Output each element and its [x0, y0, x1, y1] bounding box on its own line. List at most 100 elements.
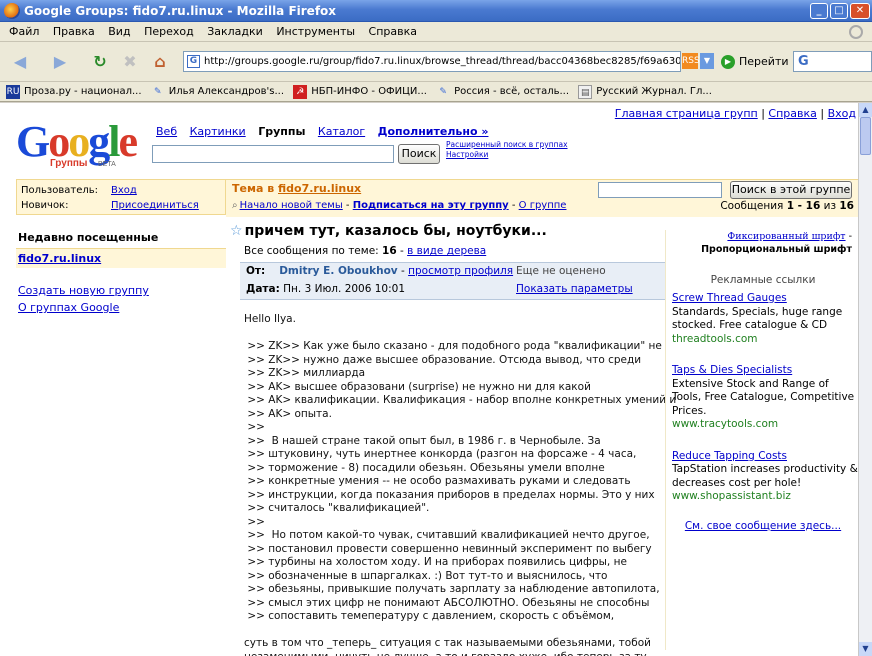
menu-file[interactable]: Файл [9, 25, 39, 38]
google-nav: Веб Картинки Группы Каталог Дополнительн… [156, 125, 497, 138]
home-icon[interactable]: ⌂ [148, 50, 172, 74]
message-header: От: Dmitry E. Oboukhov - просмотр профиля… [240, 262, 665, 300]
rss-feed-icon[interactable]: RSS [682, 53, 700, 69]
recent-group-link[interactable]: fido7.ru.linux [18, 252, 101, 265]
bookmark-favicon-icon: RU [6, 85, 20, 99]
subscribe-link[interactable]: Подписаться на эту группу [353, 200, 509, 211]
group-search-input[interactable] [598, 182, 722, 198]
recent-group-item: fido7.ru.linux [16, 248, 226, 268]
bookmark-ilya[interactable]: ✎ Илья Александров's... [151, 82, 284, 101]
message-from: От: Dmitry E. Oboukhov - просмотр профиля [246, 265, 514, 277]
bookmark-favicon-icon: ✎ [153, 87, 162, 97]
nav-images[interactable]: Картинки [190, 125, 246, 138]
menu-edit[interactable]: Правка [53, 25, 95, 38]
new-topic-link[interactable]: Начало новой темы [240, 200, 343, 211]
settings-link[interactable]: Настройки [446, 150, 488, 159]
web-page: Главная страница групп | Справка | Вход … [0, 103, 858, 656]
topic-bar: Тема в fido7.ru.linux ⌕ Начало новой темы… [226, 179, 858, 217]
minimize-button[interactable]: _ [810, 3, 828, 19]
nav-groups: Группы [258, 125, 306, 138]
window-titlebar: Google Groups: fido7.ru.linux - Mozilla … [0, 0, 872, 22]
search-button[interactable]: Поиск [398, 144, 440, 164]
message-date: Дата: Пн. 3 Июл. 2006 10:01 [246, 283, 405, 295]
back-arrow-icon[interactable]: ◀ [8, 50, 32, 74]
ad-url[interactable]: www.shopassistant.biz [672, 490, 791, 502]
new-topic-icon: ⌕ [232, 200, 238, 211]
group-search-button[interactable]: Поиск в этой группе [730, 181, 852, 199]
reload-icon[interactable]: ↻ [88, 50, 112, 74]
menu-view[interactable]: Вид [108, 25, 130, 38]
bookmark-nbp[interactable]: ☭ НБП-ИНФО - ОФИЦИ... [293, 82, 427, 101]
groups-home-link[interactable]: Главная страница групп [615, 107, 758, 120]
bookmark-label: Русский Журнал. Гл... [596, 86, 712, 97]
menu-bookmarks[interactable]: Закладки [207, 25, 263, 38]
bookmark-favicon-icon: ▤ [578, 85, 593, 99]
menu-help[interactable]: Справка [369, 25, 417, 38]
messages-total: 16 [839, 200, 854, 212]
forward-arrow-icon[interactable]: ▶ [48, 50, 72, 74]
messages-count: Сообщения 1 - 16 из 16 [720, 200, 854, 212]
nav-web[interactable]: Веб [156, 125, 177, 138]
topic-group-link[interactable]: fido7.ru.linux [278, 182, 361, 195]
firefox-icon [4, 3, 20, 19]
topic-heading: Тема в fido7.ru.linux [232, 182, 361, 195]
close-button[interactable]: ✕ [850, 3, 870, 19]
profile-link[interactable]: просмотр профиля [408, 265, 513, 277]
ad-item: Reduce Tapping Costs TapStation increase… [668, 450, 858, 504]
navigation-toolbar: ◀ ▶ ↻ ✖ ⌂ G http://groups.google.ru/grou… [0, 42, 872, 82]
go-button[interactable]: ▶ Перейти [721, 52, 789, 72]
fixed-font-link[interactable]: Фиксированный шрифт [727, 231, 845, 242]
bookmark-proza[interactable]: RU Проза.ру - национал... [6, 82, 142, 101]
ad-text: TapStation increases productivity & decr… [672, 463, 858, 489]
show-options-link[interactable]: Показать параметры [516, 283, 633, 295]
prop-font-label: Пропорциональный шрифт [701, 244, 852, 255]
ad-title-link[interactable]: Taps & Dies Specialists [672, 364, 792, 376]
messages-of: из [820, 200, 840, 212]
about-groups-link[interactable]: О группах Google [18, 301, 119, 314]
thread-title: ☆ причем тут, казалось бы, ноутбуки... [230, 223, 547, 239]
login-link[interactable]: Вход [828, 107, 856, 120]
menu-go[interactable]: Переход [144, 25, 194, 38]
rating-status: Еще не оценено [516, 265, 606, 277]
vertical-scrollbar[interactable]: ▲ ▼ [858, 103, 872, 656]
message-author: Dmitry E. Oboukhov [279, 265, 398, 277]
google-search-box[interactable]: G [793, 51, 872, 72]
create-group-link[interactable]: Создать новую группу [18, 284, 149, 297]
help-link[interactable]: Справка [768, 107, 816, 120]
bookmark-rj[interactable]: ▤ Русский Журнал. Гл... [578, 82, 712, 101]
url-dropdown-icon[interactable]: ▼ [700, 53, 714, 69]
bookmark-russia[interactable]: ✎ Россия - всё, осталь... [436, 82, 569, 101]
maximize-button[interactable]: □ [830, 3, 848, 19]
ad-title-link[interactable]: Screw Thread Gauges [672, 292, 787, 304]
ad-title-link[interactable]: Reduce Tapping Costs [672, 450, 787, 462]
see-own-message-link[interactable]: См. свое сообщение здесь... [685, 520, 841, 532]
address-bar[interactable]: G http://groups.google.ru/group/fido7.ru… [183, 51, 681, 72]
star-icon[interactable]: ☆ [230, 223, 243, 239]
site-favicon-icon: G [187, 55, 200, 68]
nav-more[interactable]: Дополнительно » [378, 125, 489, 138]
right-column: Фиксированный шрифт - Пропорциональный ш… [668, 230, 858, 532]
menu-tools[interactable]: Инструменты [276, 25, 355, 38]
scroll-up-icon[interactable]: ▲ [859, 103, 872, 117]
scroll-down-icon[interactable]: ▼ [859, 642, 872, 656]
ad-url[interactable]: www.tracytools.com [672, 418, 778, 430]
ad-text: Extensive Stock and Range of Tools, Free… [672, 377, 855, 417]
topic-prefix: Тема в [232, 182, 278, 195]
groups-search-input[interactable] [152, 145, 394, 163]
bookmarks-toolbar: RU Проза.ру - национал... ✎ Илья Александр… [0, 82, 872, 102]
scroll-thumb[interactable] [860, 117, 871, 155]
about-group-link[interactable]: О группе [519, 200, 567, 211]
tree-view-link[interactable]: в виде дерева [407, 245, 486, 257]
stop-icon[interactable]: ✖ [118, 50, 142, 74]
join-link[interactable]: Присоединиться [111, 198, 199, 213]
menu-bar: Файл Правка Вид Переход Закладки Инструм… [0, 22, 872, 42]
throbber-icon [849, 25, 863, 39]
sidebar-links: Создать новую группу О группах Google [16, 282, 226, 316]
nav-catalog[interactable]: Каталог [318, 125, 365, 138]
ad-url[interactable]: threadtools.com [672, 333, 758, 345]
thread-all-prefix: Все сообщения по теме: [244, 245, 383, 257]
sidebar-login-link[interactable]: Вход [111, 183, 137, 198]
message-body: Hello Ilya. >> ZK>> Как уже было сказано… [244, 313, 677, 656]
ad-item: Screw Thread Gauges Standards, Specials,… [668, 292, 858, 346]
advanced-search-link[interactable]: Расширенный поиск в группах [446, 140, 568, 149]
